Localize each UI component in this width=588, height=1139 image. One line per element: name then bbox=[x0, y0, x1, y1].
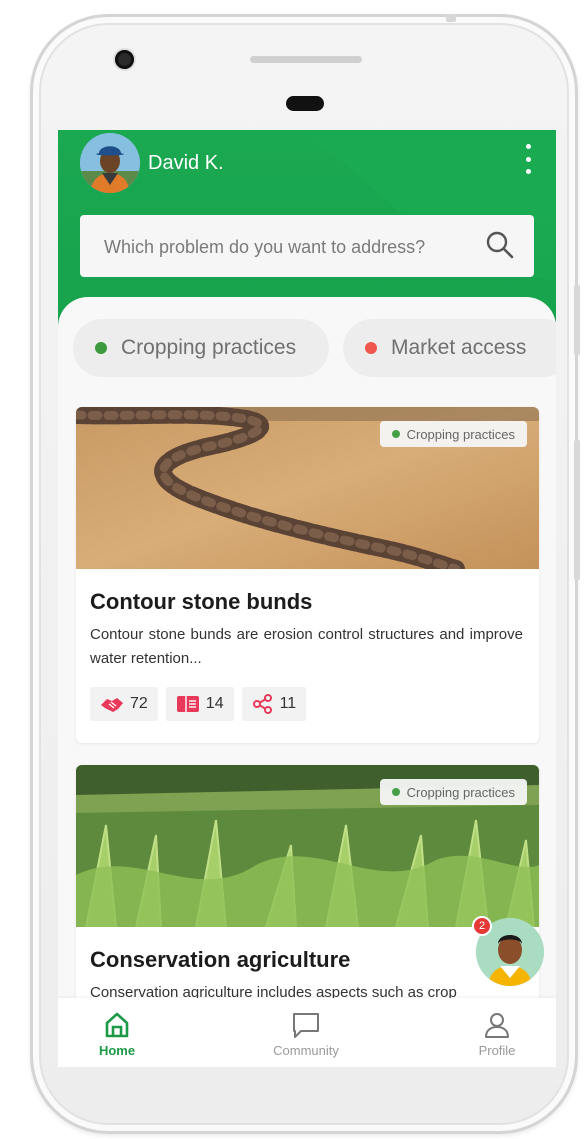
nav-label-profile: Profile bbox=[478, 1043, 516, 1058]
search-bar[interactable] bbox=[80, 215, 534, 279]
power-button bbox=[574, 285, 580, 355]
card-title[interactable]: Contour stone bunds bbox=[90, 589, 312, 615]
kebab-menu-icon[interactable] bbox=[522, 144, 534, 174]
chip-cropping-practices[interactable]: Cropping practices bbox=[73, 319, 329, 377]
user-avatar[interactable] bbox=[80, 133, 140, 193]
card-stats: 72 14 11 bbox=[90, 687, 307, 721]
handshake-icon bbox=[101, 698, 123, 712]
home-icon bbox=[105, 1012, 129, 1038]
category-tag: Cropping practices bbox=[379, 779, 527, 805]
bottom-nav: Home Community Profile bbox=[58, 998, 556, 1067]
category-tag: Cropping practices bbox=[379, 421, 527, 447]
chip-market-access[interactable]: Market access bbox=[343, 319, 556, 377]
proximity-sensor bbox=[286, 96, 324, 111]
person-icon bbox=[485, 1013, 509, 1038]
tag-label: Cropping practices bbox=[406, 426, 515, 442]
category-dot bbox=[95, 342, 107, 354]
volume-button bbox=[574, 440, 580, 580]
shares-stat[interactable]: 11 bbox=[241, 687, 307, 721]
category-dot bbox=[365, 342, 377, 354]
tag-dot bbox=[391, 788, 400, 796]
tag-dot bbox=[391, 430, 400, 438]
tag-label: Cropping practices bbox=[406, 784, 515, 800]
notification-badge: 2 bbox=[472, 916, 492, 936]
card-description: Contour stone bunds are erosion control … bbox=[90, 626, 523, 667]
likes-stat[interactable]: 72 bbox=[90, 687, 158, 721]
nav-community[interactable]: Community bbox=[256, 998, 356, 1067]
chat-icon bbox=[293, 1013, 319, 1038]
chip-label: Market access bbox=[391, 336, 527, 359]
app-screen: David K. Cropping practices Market acces… bbox=[58, 130, 556, 1067]
share-icon bbox=[252, 694, 272, 714]
nav-home[interactable]: Home bbox=[67, 998, 167, 1067]
nav-label-community: Community bbox=[273, 1043, 339, 1058]
search-input[interactable] bbox=[102, 215, 476, 279]
reads-stat[interactable]: 14 bbox=[165, 687, 234, 721]
shares-count: 11 bbox=[279, 695, 297, 712]
user-name: David K. bbox=[148, 152, 224, 174]
reads-count: 14 bbox=[205, 695, 224, 712]
chip-label: Cropping practices bbox=[121, 336, 297, 359]
search-icon[interactable] bbox=[484, 229, 516, 261]
front-camera bbox=[115, 50, 134, 69]
nav-label-home: Home bbox=[98, 1043, 136, 1058]
avatar-photo bbox=[80, 133, 140, 193]
nav-profile[interactable]: Profile bbox=[447, 998, 547, 1067]
practice-card[interactable]: Cropping practices Contour stone bunds C… bbox=[76, 407, 539, 743]
earpiece-speaker bbox=[250, 56, 362, 63]
book-icon bbox=[176, 696, 199, 712]
card-title[interactable]: Conservation agriculture bbox=[90, 947, 350, 973]
top-edge-mark bbox=[446, 14, 456, 22]
likes-count: 72 bbox=[130, 695, 148, 712]
